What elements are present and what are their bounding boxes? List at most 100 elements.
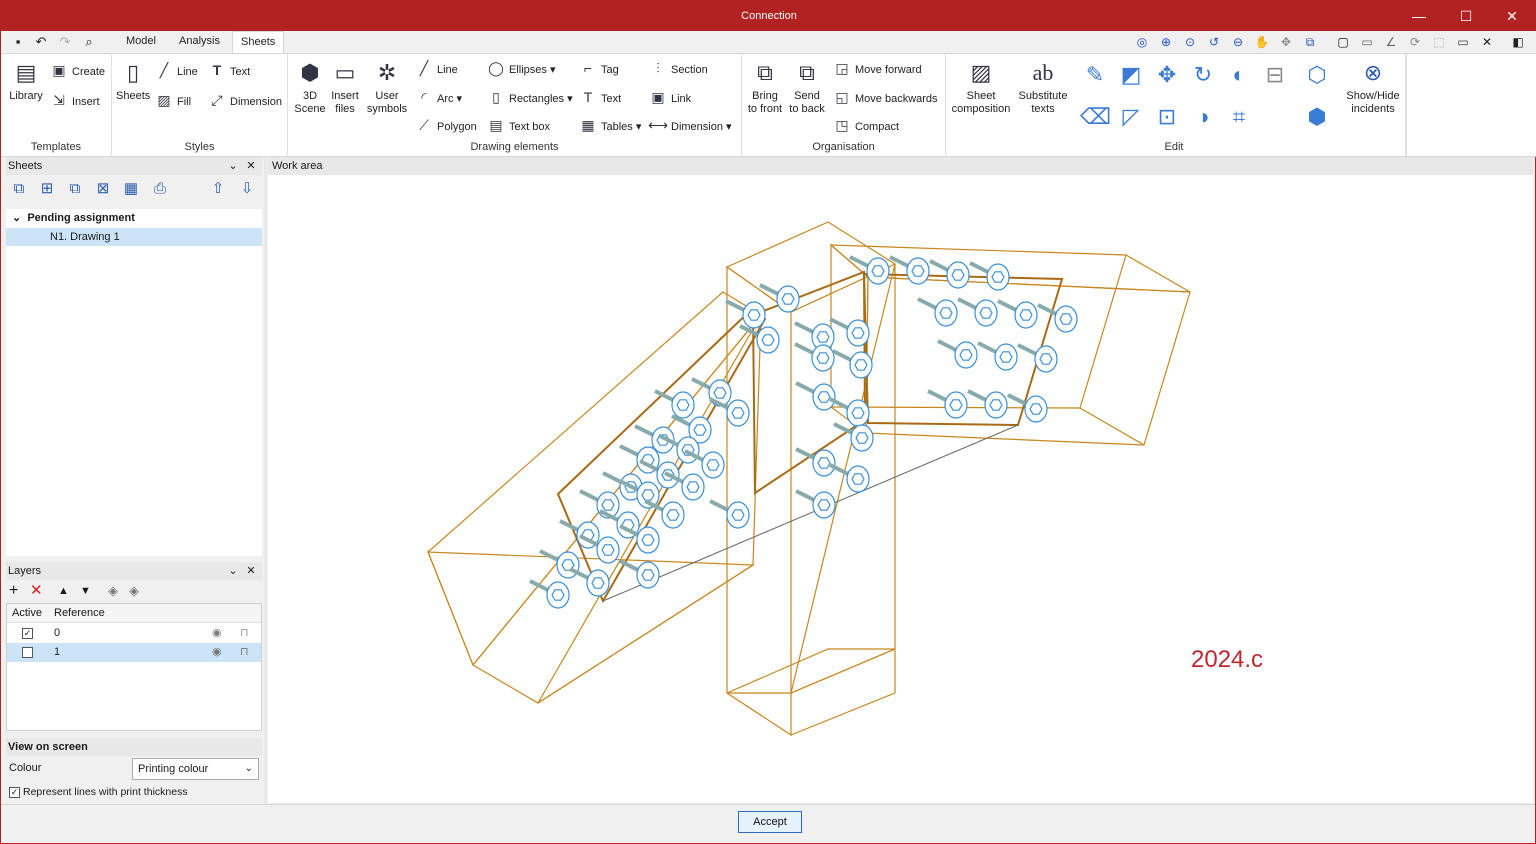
- layer-up-icon[interactable]: ▲: [58, 584, 69, 598]
- arc-tool-button[interactable]: ◜ Arc ▾: [414, 87, 462, 107]
- symmetry-icon[interactable]: ◑: [1188, 102, 1218, 132]
- align-icon[interactable]: ⊟: [1260, 60, 1290, 90]
- section-tool-button[interactable]: ⫶ Section: [648, 58, 707, 78]
- unlock-icon[interactable]: ⊓: [240, 624, 249, 643]
- sheet-composition-button[interactable]: ▨ Sheet composition: [948, 58, 1014, 116]
- mirror-icon[interactable]: ◐: [1224, 60, 1254, 90]
- move-arrows-icon[interactable]: ✥: [1152, 60, 1182, 90]
- insert-button[interactable]: ⇲ Insert: [49, 90, 99, 110]
- sheets-style-button[interactable]: ▯ Sheets: [116, 58, 150, 103]
- zoom-out-icon[interactable]: ⊖: [1229, 33, 1247, 51]
- rectangles-tool-button[interactable]: ▯ Rectangles ▾: [486, 87, 572, 107]
- duplicate-sheet-icon[interactable]: ⧉: [64, 179, 86, 199]
- refresh-icon[interactable]: ⟳: [1406, 33, 1424, 51]
- panels-icon[interactable]: ◧: [1509, 33, 1527, 51]
- ellipses-tool-button[interactable]: ◯ Ellipses ▾: [486, 58, 555, 78]
- zoom-all-icon[interactable]: ⊕: [1157, 33, 1175, 51]
- print-thickness-checkbox[interactable]: ✓: [9, 787, 20, 798]
- move-forward-button[interactable]: ◲ Move forward: [832, 58, 921, 78]
- 3d-box-icon[interactable]: ⬢: [1302, 102, 1332, 132]
- print-icon[interactable]: ⎙: [149, 179, 171, 199]
- compact-button[interactable]: ◳ Compact: [832, 115, 899, 135]
- layer-row[interactable]: 1 ◉ ⊓: [7, 643, 261, 662]
- layer-row[interactable]: ✓ 0 ◉ ⊓: [7, 624, 261, 643]
- zoom-window-icon[interactable]: ◎: [1133, 33, 1151, 51]
- text-style-button[interactable]: T Text: [207, 60, 250, 80]
- delete-layer-icon[interactable]: ✕: [30, 583, 43, 599]
- search-icon[interactable]: ⌕: [80, 34, 98, 50]
- undo-icon[interactable]: ↶: [32, 34, 50, 50]
- collapse-icon[interactable]: ⌄: [226, 157, 240, 175]
- page-frame-icon[interactable]: ▢: [1334, 33, 1352, 51]
- vertical-splitter[interactable]: [264, 157, 267, 803]
- paint-icon[interactable]: ⌗: [1224, 102, 1254, 132]
- redo-icon[interactable]: ↷: [56, 34, 74, 50]
- tab-model[interactable]: Model: [118, 31, 164, 53]
- send-to-back-button[interactable]: ⧉ Send to back: [788, 58, 826, 116]
- add-layer-icon[interactable]: +: [9, 583, 18, 599]
- colour-select[interactable]: Printing colour ⌄: [132, 758, 259, 780]
- lock-icon[interactable]: ⊓: [240, 643, 249, 662]
- layer-active-checkbox[interactable]: [22, 647, 33, 658]
- new-sheet-icon[interactable]: ⧉: [8, 179, 30, 199]
- layer-down-icon[interactable]: ▼: [80, 584, 91, 598]
- stretch-icon[interactable]: ◸: [1116, 102, 1146, 132]
- eraser-icon[interactable]: ⌫: [1080, 102, 1111, 132]
- move-up-icon[interactable]: ⇧: [207, 179, 229, 199]
- close-window-button[interactable]: ✕: [1489, 1, 1535, 31]
- substitute-texts-button[interactable]: ab Substitute texts: [1014, 58, 1072, 116]
- delete-sheet-icon[interactable]: ⊠: [92, 179, 114, 199]
- save-icon[interactable]: ▪: [9, 34, 27, 50]
- line-style-button[interactable]: ╱ Line: [154, 60, 198, 80]
- scale-icon[interactable]: ▭: [1358, 33, 1376, 51]
- zoom-previous-icon[interactable]: ↺: [1205, 33, 1223, 51]
- move-backwards-button[interactable]: ◱ Move backwards: [832, 87, 937, 107]
- insert-files-button[interactable]: ▭ Insert files: [329, 58, 361, 116]
- dashed-frame-icon[interactable]: ⬚: [1430, 33, 1448, 51]
- work-area-canvas[interactable]: 2024.c: [268, 175, 1533, 803]
- dimension-style-button[interactable]: ⤢ Dimension: [207, 90, 282, 110]
- tab-sheets[interactable]: Sheets: [232, 31, 285, 53]
- copy-icon[interactable]: ◩: [1116, 60, 1146, 90]
- close-icon[interactable]: ✕: [244, 157, 258, 175]
- close-icon[interactable]: ✕: [244, 562, 258, 580]
- eye-icon[interactable]: ◉: [212, 624, 222, 643]
- comment-icon[interactable]: ▭: [1454, 33, 1472, 51]
- scale-tool-icon[interactable]: ⊡: [1152, 102, 1182, 132]
- accept-button[interactable]: Accept: [738, 811, 802, 833]
- layer-show-icon[interactable]: ◈: [108, 583, 118, 599]
- 3d-view-icon[interactable]: ⬡: [1302, 60, 1332, 90]
- layer-hide-icon[interactable]: ◈: [129, 583, 139, 599]
- select-window-icon[interactable]: ⧉: [1301, 33, 1319, 51]
- move-down-icon[interactable]: ⇩: [236, 179, 258, 199]
- maximize-button[interactable]: ☐: [1443, 1, 1489, 31]
- 3d-scene-button[interactable]: ⬢ 3D Scene: [292, 58, 328, 116]
- pan-icon[interactable]: ✋: [1253, 33, 1271, 51]
- dimension-tool-button[interactable]: ⟷ Dimension ▾: [648, 115, 732, 135]
- tools-icon[interactable]: ✕: [1478, 33, 1496, 51]
- minimize-button[interactable]: —: [1396, 1, 1442, 31]
- user-symbols-button[interactable]: ✲ User symbols: [365, 58, 409, 116]
- tag-tool-button[interactable]: ⌐ Tag: [578, 58, 619, 78]
- bring-to-front-button[interactable]: ⧉ Bring to front: [744, 58, 786, 116]
- rotate-icon[interactable]: ↻: [1188, 60, 1218, 90]
- line-tool-button[interactable]: ╱ Line: [414, 58, 458, 78]
- move-icon[interactable]: ✥: [1277, 33, 1295, 51]
- library-button[interactable]: ▤ Library: [7, 58, 45, 103]
- fill-style-button[interactable]: ▨ Fill: [154, 90, 191, 110]
- tree-group-pending[interactable]: ⌄ Pending assignment: [6, 209, 262, 227]
- eye-icon[interactable]: ◉: [212, 643, 222, 662]
- text-box-tool-button[interactable]: ▤ Text box: [486, 115, 550, 135]
- create-button[interactable]: ▣ Create: [49, 60, 105, 80]
- polygon-tool-button[interactable]: ⟋ Polygon: [414, 115, 477, 135]
- tree-item-drawing[interactable]: N1. Drawing 1: [6, 228, 262, 246]
- zoom-in-icon[interactable]: ⊙: [1181, 33, 1199, 51]
- tab-analysis[interactable]: Analysis: [171, 31, 228, 53]
- layer-active-checkbox[interactable]: ✓: [22, 628, 33, 639]
- angle-icon[interactable]: ∠: [1382, 33, 1400, 51]
- show-hide-incidents-button[interactable]: ⊗ Show/Hide incidents: [1341, 58, 1405, 116]
- text-tool-button[interactable]: T Text: [578, 87, 621, 107]
- collapse-icon[interactable]: ⌄: [226, 562, 240, 580]
- sheet-properties-icon[interactable]: ▦: [120, 179, 142, 199]
- link-tool-button[interactable]: ▣ Link: [648, 87, 691, 107]
